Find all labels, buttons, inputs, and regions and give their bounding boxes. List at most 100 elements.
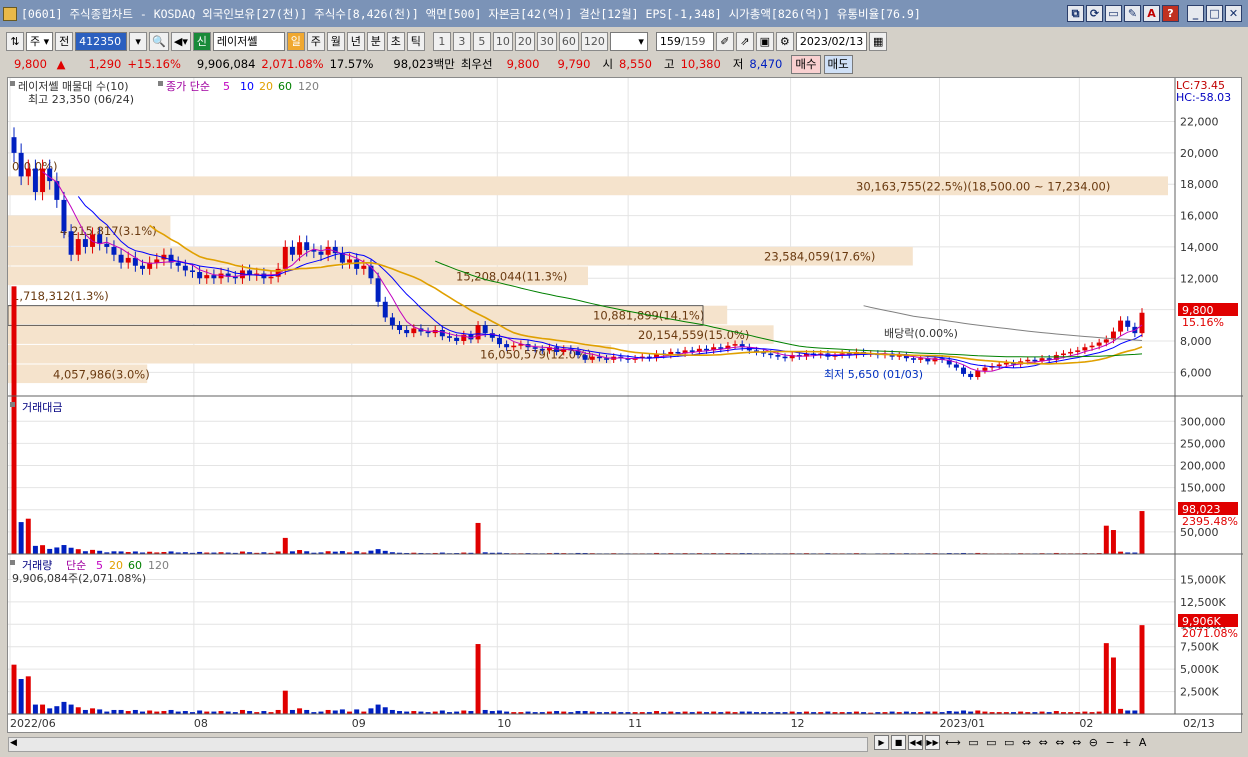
low-price: 8,470 xyxy=(749,57,783,71)
tool-icon[interactable]: ✐ xyxy=(715,31,734,51)
volume-bar xyxy=(275,709,281,714)
sell-button[interactable]: 매도 xyxy=(823,54,853,74)
candle xyxy=(732,344,738,346)
volume-bar xyxy=(147,710,153,714)
open-price: 8,550 xyxy=(619,57,652,71)
title-bar: [0601] 주식종합차트 - KOSDAQ 외국인보유[27(천)] 주식수[… xyxy=(0,0,1248,27)
interval-3[interactable]: 3 xyxy=(452,31,471,51)
forward-icon[interactable]: ▶▶ xyxy=(925,735,940,750)
candle xyxy=(454,337,460,341)
window-button[interactable]: ▭ xyxy=(1105,5,1122,22)
zoom-tools[interactable]: ⟷ ▭ ▭ ▭ ⇔ ⇔ ⇔ ⇔ ⊖ − + A xyxy=(945,736,1148,749)
volume-tick-label: 5,000K xyxy=(1180,663,1219,676)
interval-20[interactable]: 20 xyxy=(514,31,535,51)
amount-bar xyxy=(75,549,81,554)
candle xyxy=(1003,362,1009,365)
date-input[interactable]: 2023/02/13 xyxy=(795,31,868,51)
help-button[interactable]: ? xyxy=(1162,5,1179,22)
period-second[interactable]: 초 xyxy=(386,31,405,51)
interval-10[interactable]: 10 xyxy=(492,31,513,51)
candle xyxy=(718,347,724,349)
candle xyxy=(125,257,131,263)
volume-bar xyxy=(40,704,46,714)
stock-name[interactable]: 레이저쎌 xyxy=(212,31,285,51)
interval-30[interactable]: 30 xyxy=(536,31,557,51)
candle xyxy=(204,275,210,279)
maximize-button[interactable]: □ xyxy=(1206,5,1223,22)
legend-square xyxy=(10,560,15,565)
interval-60[interactable]: 60 xyxy=(558,31,579,51)
app-icon[interactable] xyxy=(3,6,17,21)
volume-legend-name: 거래량 xyxy=(22,559,52,572)
window-buttons: ⧉ ⟳ ▭ ✎ A ? _ □ ✕ xyxy=(1067,5,1242,22)
candle xyxy=(539,348,545,351)
volume-profile-label: 23,584,059(17.6%) xyxy=(764,250,875,264)
type-select[interactable]: 주 ▾ xyxy=(26,31,54,51)
volume-bar xyxy=(47,708,53,714)
volume-bar xyxy=(11,664,17,714)
stop-icon[interactable]: ■ xyxy=(891,735,906,750)
candle xyxy=(232,276,238,279)
play-icon[interactable]: ▶ xyxy=(874,735,889,750)
calendar-icon[interactable]: ▦ xyxy=(869,31,888,51)
indicator-icon[interactable]: ⇗ xyxy=(735,31,754,51)
speaker-icon[interactable]: ◀▾ xyxy=(170,31,191,51)
save-icon[interactable]: ▣ xyxy=(755,31,774,51)
volume-bar xyxy=(25,676,31,714)
period-year[interactable]: 년 xyxy=(346,31,365,51)
interval-120[interactable]: 120 xyxy=(580,31,608,51)
amount-bar xyxy=(297,550,303,554)
buy-button[interactable]: 매수 xyxy=(791,54,821,74)
candle xyxy=(689,350,695,352)
candle xyxy=(1032,359,1038,362)
search-icon[interactable]: 🔍 xyxy=(149,31,169,51)
interval-input[interactable]: ▾ xyxy=(609,31,648,51)
period-tick[interactable]: 틱 xyxy=(406,31,425,51)
interval-5[interactable]: 5 xyxy=(472,31,491,51)
chart-svg[interactable]: 30,163,755(22.5%)(18,500.00 ~ 17,234.00)… xyxy=(7,78,1243,734)
period-minute[interactable]: 분 xyxy=(366,31,385,51)
volume-bar xyxy=(75,707,81,714)
rewind-icon[interactable]: ◀◀ xyxy=(908,735,923,750)
candle xyxy=(282,246,288,269)
gear-icon[interactable]: ⚙ xyxy=(775,31,794,51)
low-note: 최저 5,650 (01/03) xyxy=(824,368,923,381)
change: 1,290 xyxy=(88,57,122,71)
period-month[interactable]: 월 xyxy=(326,31,345,51)
scroll-left-icon[interactable]: ◀ xyxy=(10,738,17,748)
candle xyxy=(318,251,324,255)
interval-1[interactable]: 1 xyxy=(432,31,451,51)
chart-type-icon[interactable]: ⇅ xyxy=(6,31,24,51)
volume-bar xyxy=(197,710,203,714)
candle xyxy=(354,259,360,269)
candle xyxy=(496,337,502,345)
prev-button[interactable]: 전 xyxy=(55,31,74,51)
close-button[interactable]: ✕ xyxy=(1225,5,1242,22)
price-tick-label: 14,000 xyxy=(1180,241,1219,254)
window-button[interactable]: A xyxy=(1143,5,1160,22)
dropdown-icon[interactable]: ▾ xyxy=(129,31,148,51)
volume-tick-label: 7,500K xyxy=(1180,641,1219,654)
candle xyxy=(589,356,595,360)
window-button[interactable]: ✎ xyxy=(1124,5,1141,22)
candle xyxy=(154,259,160,263)
window-button[interactable]: ⧉ xyxy=(1067,5,1084,22)
count-input[interactable]: 159/159 xyxy=(655,31,714,51)
candle xyxy=(475,325,481,340)
chart-area[interactable]: 30,163,755(22.5%)(18,500.00 ~ 17,234.00)… xyxy=(7,77,1243,734)
time-tick-label: 02 xyxy=(1079,717,1093,730)
candle xyxy=(1125,320,1131,327)
candle xyxy=(382,301,388,318)
window-button[interactable]: ⟳ xyxy=(1086,5,1103,22)
period-week[interactable]: 주 xyxy=(306,31,325,51)
volume-ma-label: 단순 xyxy=(66,559,86,572)
stock-code-input[interactable]: 412350 xyxy=(75,31,128,51)
low-label: 저 xyxy=(732,57,744,71)
volume-bar xyxy=(439,710,445,714)
candle xyxy=(211,275,217,279)
candle xyxy=(82,239,88,247)
candle xyxy=(996,364,1002,367)
chart-scrollbar[interactable]: ◀ xyxy=(8,737,868,752)
minimize-button[interactable]: _ xyxy=(1187,5,1204,22)
period-day[interactable]: 일 xyxy=(286,31,305,51)
